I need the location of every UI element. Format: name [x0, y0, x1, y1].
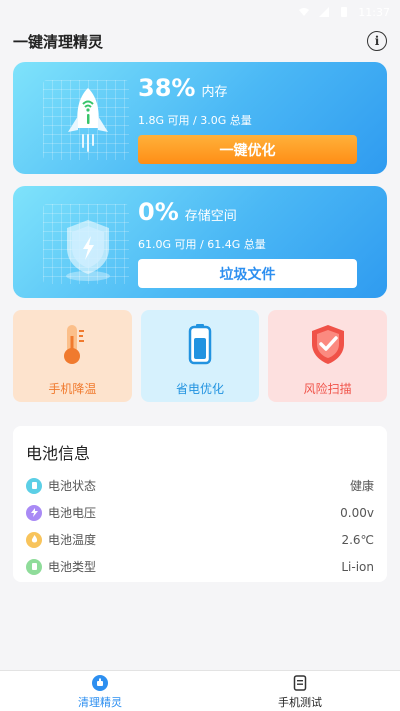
status-time: 11:37: [358, 5, 390, 19]
battery-row-name: 电池电压: [48, 506, 97, 520]
tile-power-saving[interactable]: 省电优化: [140, 310, 260, 402]
memory-percent: 38%: [138, 74, 196, 102]
signal-icon: [319, 7, 330, 17]
junk-files-button[interactable]: 垃圾文件: [138, 259, 357, 288]
battery-row-type: 电池类型 Li-ion: [26, 553, 374, 580]
rocket-icon: [68, 88, 108, 152]
document-icon: [293, 675, 307, 691]
battery-row-name: 电池状态: [48, 479, 97, 493]
battery-row-name: 电池类型: [48, 560, 97, 574]
wifi-icon: [299, 8, 310, 16]
thermometer-icon: [64, 325, 85, 364]
tile-phone-cooling[interactable]: 手机降温: [13, 310, 132, 402]
memory-detail: 1.8G 可用 / 3.0G 总量: [138, 114, 252, 127]
tab-phone-test[interactable]: 手机测试: [200, 671, 400, 711]
tab-clean-genie[interactable]: 清理精灵: [0, 671, 200, 711]
memory-label: 内存: [201, 85, 228, 100]
tile-label: 风险扫描: [303, 382, 352, 396]
battery-row-value: 健康: [349, 479, 374, 493]
memory-card: 38% 内存 1.8G 可用 / 3.0G 总量 一键优化: [13, 62, 387, 174]
shield-icon: [66, 220, 110, 281]
storage-label: 存储空间: [184, 209, 237, 224]
tab-label: 清理精灵: [78, 696, 122, 709]
feature-tiles: 手机降温 省电优化 风险扫描: [13, 310, 388, 402]
storage-card: 0% 存储空间 61.0G 可用 / 61.4G 总量 垃圾文件: [13, 186, 387, 298]
storage-detail: 61.0G 可用 / 61.4G 总量: [138, 238, 266, 251]
battery-status-bar-icon: [341, 7, 348, 17]
battery-row-value: 2.6℃: [341, 532, 374, 547]
battery-row-value: Li-ion: [341, 559, 374, 574]
status-bar: 11:37: [0, 0, 400, 24]
clean-icon: [92, 675, 108, 691]
tile-label: 手机降温: [48, 382, 97, 396]
tab-label: 手机测试: [278, 696, 322, 709]
shield-check-icon: [311, 325, 344, 364]
battery-type-icon: [26, 558, 42, 575]
battery-row-value: 0.00v: [340, 505, 374, 520]
tile-label: 省电优化: [176, 382, 225, 396]
bottom-tab-bar: 清理精灵 手机测试: [0, 670, 400, 711]
info-glyph: i: [374, 34, 380, 48]
battery-row-status: 电池状态 健康: [26, 472, 374, 499]
battery-info-card: 电池信息 电池状态 健康 电池电压 0.00v 电池温度 2.6℃ 电池类型 L…: [13, 426, 387, 582]
tile-risk-scan[interactable]: 风险扫描: [268, 310, 388, 402]
battery-info-title: 电池信息: [26, 444, 91, 463]
storage-percent: 0%: [138, 198, 179, 226]
app-title: 一键清理精灵: [13, 32, 104, 51]
battery-row-voltage: 电池电压 0.00v: [26, 499, 374, 526]
app-header: 一键清理精灵 i: [13, 28, 387, 54]
flame-icon: [26, 531, 42, 548]
battery-status-icon: [26, 477, 42, 494]
battery-icon: [188, 324, 212, 365]
storage-usage: 0% 存储空间: [138, 198, 237, 226]
battery-row-name: 电池温度: [48, 533, 97, 547]
optimize-button[interactable]: 一键优化: [138, 135, 357, 164]
bolt-icon: [26, 504, 42, 521]
memory-usage: 38% 内存: [138, 74, 227, 102]
battery-row-temperature: 电池温度 2.6℃: [26, 526, 374, 553]
info-icon[interactable]: i: [367, 31, 387, 51]
